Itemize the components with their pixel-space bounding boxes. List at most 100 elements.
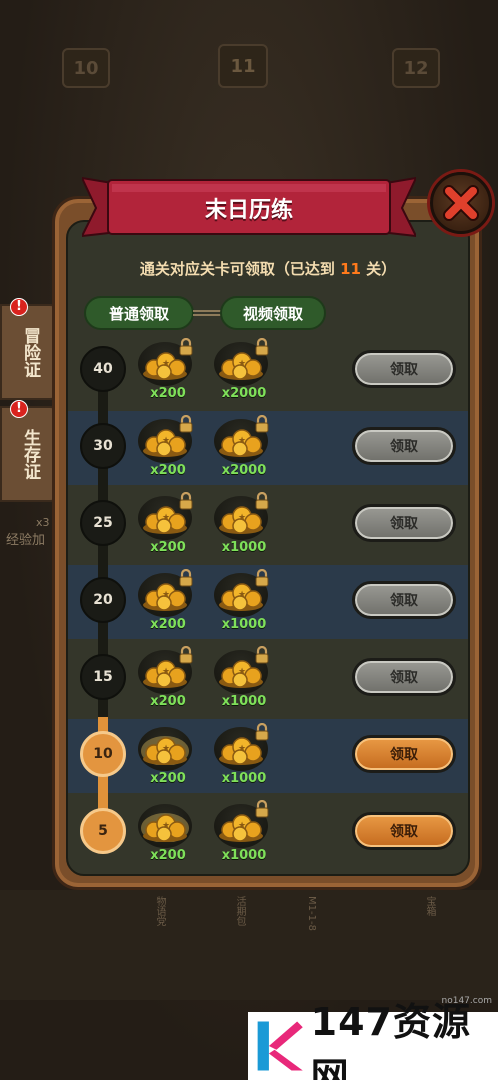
lock-icon	[255, 800, 269, 818]
video-reward: ★ x1000	[210, 569, 272, 635]
page-title: 末日历练	[204, 198, 293, 223]
lock-icon	[255, 646, 269, 664]
video-reward: ★ x2000	[210, 338, 272, 404]
reward-quantity: x200	[150, 386, 186, 401]
svg-text:★: ★	[162, 436, 170, 446]
normal-reward: ★ x200	[134, 492, 196, 558]
level-milestone-node: 5	[80, 808, 126, 854]
reward-quantity: x200	[150, 771, 186, 786]
claim-button[interactable]: 领取	[352, 735, 456, 773]
lock-icon	[179, 338, 193, 356]
title-ribbon: 末日历练	[82, 174, 416, 240]
reward-quantity: x1000	[221, 694, 267, 709]
watermark: 147资源网 no147.com	[248, 996, 498, 1080]
bg-level-plate: 12	[392, 48, 440, 88]
video-reward: ★ x1000	[210, 646, 272, 712]
alert-badge-icon: !	[10, 298, 28, 316]
exp-bonus: x3 经验加	[6, 516, 50, 548]
side-tab-survival-pass[interactable]: ! 生存证	[0, 400, 60, 502]
tab-video-claim[interactable]: 视频领取	[220, 296, 326, 330]
bg-level-plate-current: 11	[218, 44, 268, 88]
svg-text:★: ★	[162, 513, 170, 523]
normal-reward: ★ x200	[134, 802, 196, 866]
normal-reward: ★ x200	[134, 338, 196, 404]
coin-pile-icon: ★	[141, 736, 189, 765]
lock-icon	[179, 646, 193, 664]
svg-text:★: ★	[238, 436, 246, 446]
lock-icon	[255, 492, 269, 510]
level-milestone-node: 20	[80, 577, 126, 623]
svg-text:★: ★	[162, 359, 170, 369]
video-reward: ★ x1000	[210, 492, 272, 558]
reward-quantity: x1000	[221, 771, 267, 786]
reward-quantity: x1000	[221, 540, 267, 555]
subtitle-prefix: 通关对应关卡可领取（已达到	[139, 260, 335, 278]
side-tab-label: 生存证	[20, 428, 40, 480]
lock-icon	[255, 415, 269, 433]
reward-quantity: x200	[150, 463, 186, 478]
lock-icon	[179, 569, 193, 587]
bg-level-plate: 10	[62, 48, 110, 88]
rope-connector	[193, 310, 221, 316]
exp-label: 经验加	[6, 533, 46, 548]
reward-quantity: x1000	[221, 848, 267, 863]
bottom-hud-label: 物语党	[154, 896, 165, 926]
reward-quantity: x200	[150, 540, 186, 555]
bottom-hud-label: 活期包	[234, 896, 245, 926]
bottom-hud-label: 宝箱	[424, 896, 435, 916]
claim-button[interactable]: 领取	[352, 427, 456, 465]
svg-text:★: ★	[162, 821, 170, 831]
video-reward: ★ x2000	[210, 415, 272, 481]
claim-button[interactable]: 领取	[352, 581, 456, 619]
reward-quantity: x200	[150, 848, 186, 863]
reward-quantity: x200	[150, 617, 186, 632]
reward-quantity: x1000	[221, 617, 267, 632]
level-milestone-node: 10	[80, 731, 126, 777]
svg-text:★: ★	[238, 590, 246, 600]
reward-quantity: x2000	[221, 386, 267, 401]
svg-text:★: ★	[162, 667, 170, 677]
svg-text:★: ★	[162, 590, 170, 600]
lock-icon	[179, 415, 193, 433]
lock-icon	[255, 569, 269, 587]
close-icon	[443, 185, 479, 221]
claim-button[interactable]: 领取	[352, 350, 456, 388]
normal-reward: ★ x200	[134, 725, 196, 789]
watermark-url: no147.com	[441, 996, 492, 1006]
close-button[interactable]	[430, 172, 492, 234]
tab-normal-claim[interactable]: 普通领取	[84, 296, 194, 330]
svg-text:★: ★	[162, 744, 170, 754]
level-milestone-node: 40	[80, 346, 126, 392]
lock-icon	[255, 723, 269, 741]
claim-button[interactable]: 领取	[352, 812, 456, 850]
level-milestone-node: 25	[80, 500, 126, 546]
claim-button[interactable]: 领取	[352, 504, 456, 542]
lock-icon	[255, 338, 269, 356]
svg-text:★: ★	[238, 821, 246, 831]
video-reward: ★ x1000	[210, 723, 272, 789]
brand-logo-icon	[257, 1021, 303, 1071]
normal-reward: ★ x200	[134, 569, 196, 635]
level-milestone-node: 30	[80, 423, 126, 469]
normal-reward: ★ x200	[134, 646, 196, 712]
video-reward: ★ x1000	[210, 800, 272, 866]
progress-subtitle: 通关对应关卡可领取（已达到 11 关）	[66, 258, 470, 279]
svg-text:★: ★	[238, 359, 246, 369]
level-milestone-node: 15	[80, 654, 126, 700]
claim-button[interactable]: 领取	[352, 658, 456, 696]
bottom-hud-label: M1-1-8	[306, 896, 317, 931]
exp-multiplier: x3	[36, 516, 50, 529]
svg-text:★: ★	[238, 744, 246, 754]
side-tab-label: 冒险证	[20, 326, 40, 378]
lock-icon	[179, 492, 193, 510]
subtitle-suffix: 关）	[366, 260, 397, 278]
svg-text:★: ★	[238, 513, 246, 523]
normal-reward: ★ x200	[134, 415, 196, 481]
coin-pile-icon: ★	[141, 813, 189, 842]
reward-quantity: x2000	[221, 463, 267, 478]
side-tab-adventure-pass[interactable]: ! 冒险证	[0, 298, 60, 400]
alert-badge-icon: !	[10, 400, 28, 418]
current-level: 11	[340, 260, 361, 278]
svg-text:★: ★	[238, 667, 246, 677]
reward-quantity: x200	[150, 694, 186, 709]
